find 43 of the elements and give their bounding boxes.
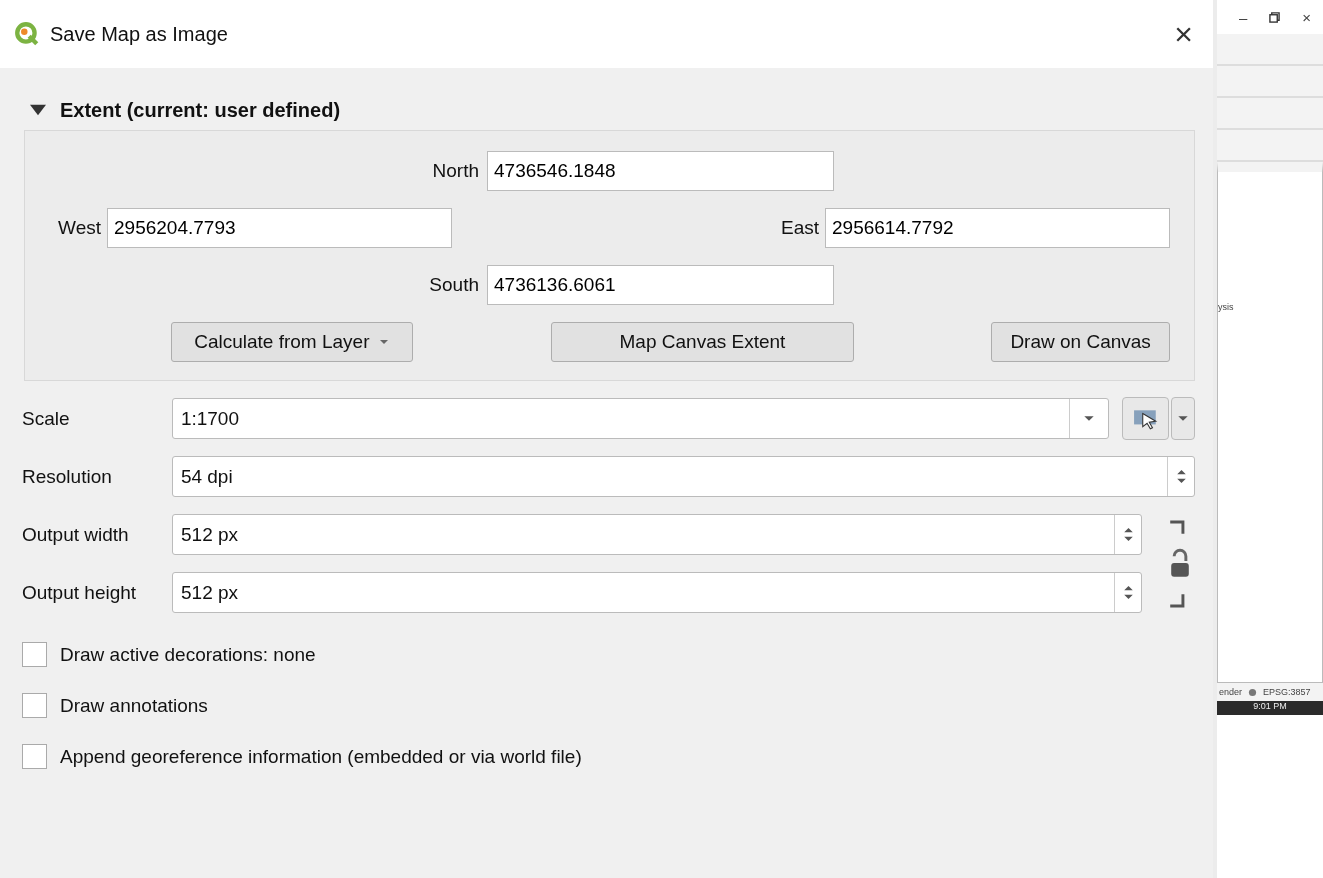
window-title: Save Map as Image bbox=[50, 22, 229, 46]
map-tool-button[interactable] bbox=[1122, 397, 1170, 440]
field-label: South bbox=[428, 274, 479, 296]
collapse-icon[interactable] bbox=[30, 102, 46, 118]
action-button[interactable]: Map Canvas Extent bbox=[550, 322, 855, 362]
cursor-icon bbox=[1132, 407, 1159, 430]
checkbox[interactable] bbox=[22, 693, 47, 718]
close-button[interactable]: × bbox=[1302, 8, 1311, 26]
close-button[interactable]: × bbox=[1168, 15, 1199, 53]
restore-icon[interactable] bbox=[1269, 11, 1281, 23]
globe-icon bbox=[1248, 687, 1258, 697]
checkbox[interactable] bbox=[22, 744, 47, 769]
spin-box[interactable]: 512 px bbox=[172, 514, 1142, 555]
east-field[interactable]: 2956614.7792 bbox=[825, 208, 1170, 248]
checkbox-label: Append georeference information (embedded or via world file) bbox=[60, 745, 582, 768]
section-title: Extent (current: user defined) bbox=[60, 98, 341, 122]
action-button[interactable]: Draw on Canvas bbox=[991, 322, 1170, 362]
crs-text[interactable]: EPSG:3857 bbox=[1263, 687, 1311, 697]
field-label: East bbox=[779, 217, 819, 239]
field-label: West bbox=[57, 217, 101, 239]
spin-box[interactable]: 512 px bbox=[172, 572, 1142, 613]
caret-icon bbox=[1083, 415, 1096, 422]
checkbox[interactable] bbox=[22, 642, 47, 667]
scale-combo[interactable]: 1:1700 bbox=[171, 398, 1110, 439]
caret-icon bbox=[1177, 415, 1189, 422]
status-text: ender bbox=[1219, 687, 1243, 697]
minimize-button[interactable]: – bbox=[1238, 8, 1248, 26]
checkbox-label: Draw annotations bbox=[60, 694, 208, 717]
north-field[interactable]: 4736546.1848 bbox=[487, 151, 834, 191]
field-label: Scale bbox=[22, 407, 71, 430]
dropdown-button[interactable]: Calculate from Layer bbox=[171, 322, 413, 362]
clock-text: 9:01 PM bbox=[1253, 701, 1287, 713]
south-field[interactable]: 4736136.6061 bbox=[487, 265, 834, 305]
spin-box[interactable]: 54 dpi bbox=[171, 456, 1195, 497]
field-label: North bbox=[431, 160, 479, 182]
field-label: Output width bbox=[22, 523, 130, 546]
checkbox-label: Draw active decorations: none bbox=[60, 643, 316, 666]
panel-text: ysis bbox=[1218, 302, 1234, 312]
caret-icon bbox=[379, 339, 390, 345]
field-label: Output height bbox=[22, 581, 138, 604]
app-logo-icon bbox=[14, 21, 40, 47]
field-label: Resolution bbox=[22, 465, 113, 488]
west-field[interactable]: 2956204.7793 bbox=[107, 208, 452, 248]
